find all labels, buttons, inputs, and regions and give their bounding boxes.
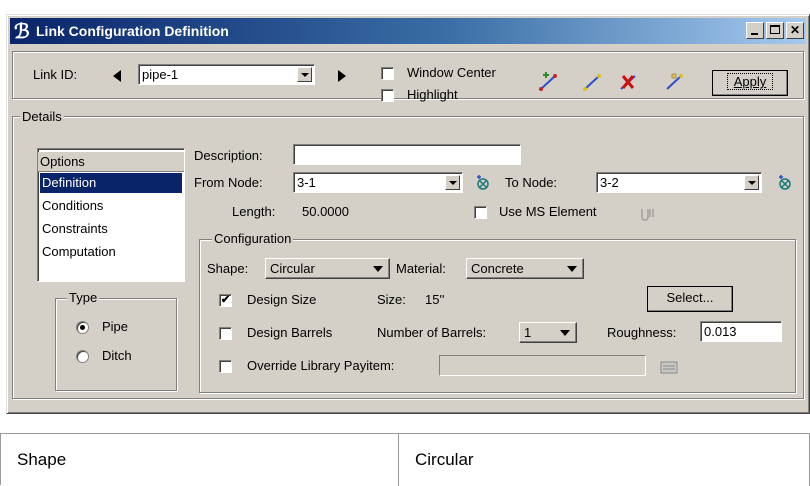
link-delete-icon[interactable] — [617, 71, 641, 93]
size-value: 15'' — [425, 292, 445, 307]
details-legend: Details — [20, 109, 64, 124]
number-of-barrels-label: Number of Barrels: — [377, 325, 487, 340]
minimize-button[interactable] — [746, 22, 764, 39]
apply-label: Apply — [726, 73, 774, 90]
link-add-icon[interactable] — [537, 71, 561, 93]
bentley-b-icon: ℬ — [14, 19, 30, 43]
next-link-arrow-icon[interactable] — [338, 70, 346, 82]
from-node-dropdown[interactable]: 3-1 — [293, 172, 463, 193]
pick-node-icon[interactable] — [775, 173, 795, 193]
type-legend: Type — [67, 290, 100, 305]
property-table: Shape Circular — [0, 433, 810, 486]
override-payitem-label: Override Library Payitem: — [247, 358, 395, 373]
close-icon: ✕ — [789, 23, 801, 37]
design-barrels-label: Design Barrels — [247, 325, 333, 340]
from-node-label: From Node: — [194, 175, 263, 190]
shape-value: Circular — [270, 261, 315, 276]
number-of-barrels-dropdown[interactable]: 1 — [519, 322, 577, 343]
minimize-icon — [751, 33, 758, 35]
options-item-constraints[interactable]: Constraints — [40, 219, 182, 239]
use-ms-element-checkbox[interactable] — [474, 206, 487, 219]
use-ms-element-label: Use MS Element — [499, 204, 597, 219]
maximize-icon — [770, 25, 780, 34]
material-dropdown[interactable]: Concrete — [466, 258, 584, 279]
link-id-label: Link ID: — [33, 67, 78, 82]
triangle-down-icon — [567, 266, 577, 272]
type-ditch-radio[interactable] — [76, 350, 89, 363]
configuration-legend: Configuration — [212, 231, 294, 246]
type-pipe-radio[interactable] — [76, 321, 89, 334]
title-bar[interactable]: ℬ Link Configuration Definition ✕ — [10, 18, 806, 44]
to-node-value: 3-2 — [600, 175, 619, 190]
triangle-down-icon — [373, 266, 383, 272]
options-item-conditions[interactable]: Conditions — [40, 196, 182, 216]
design-size-label: Design Size — [247, 292, 317, 307]
to-node-label: To Node: — [505, 175, 558, 190]
number-of-barrels-value: 1 — [524, 325, 532, 340]
roughness-input[interactable]: 0.013 — [700, 321, 782, 342]
options-item-computation[interactable]: Computation — [40, 242, 182, 262]
radio-selected-dot — [80, 325, 85, 330]
design-size-checkbox[interactable]: ✔ — [219, 294, 232, 307]
description-label: Description: — [194, 148, 263, 163]
material-label: Material: — [396, 261, 446, 276]
type-pipe-label: Pipe — [102, 319, 129, 334]
shape-dropdown[interactable]: Circular — [265, 258, 390, 279]
highlight-label: Highlight — [407, 87, 458, 102]
length-label: Length: — [232, 204, 276, 219]
options-item-definition[interactable]: Definition — [40, 173, 182, 193]
options-list-header: Options — [38, 152, 184, 172]
type-group — [55, 298, 177, 391]
window-center-label: Window Center — [407, 65, 496, 80]
length-value: 50.0000 — [302, 204, 349, 219]
link-id-value: pipe-1 — [142, 67, 179, 82]
payitem-browse-icon[interactable] — [659, 359, 679, 375]
window-title: Link Configuration Definition — [36, 23, 229, 39]
roughness-label: Roughness: — [607, 325, 677, 340]
triangle-down-icon — [560, 330, 570, 336]
pick-node-icon[interactable] — [473, 173, 493, 193]
to-node-dropdown[interactable]: 3-2 — [596, 172, 762, 193]
window-center-checkbox[interactable] — [381, 67, 394, 80]
checkmark-icon: ✔ — [220, 294, 231, 306]
close-button[interactable]: ✕ — [786, 22, 804, 39]
options-list[interactable]: Options Definition Conditions Constraint… — [37, 148, 185, 282]
link-id-dropdown[interactable]: pipe-1 — [138, 64, 315, 85]
size-label: Size: — [377, 292, 406, 307]
from-node-value: 3-1 — [297, 175, 316, 190]
override-payitem-checkbox[interactable] — [219, 360, 232, 373]
previous-link-arrow-icon[interactable] — [113, 70, 121, 82]
chevron-down-icon[interactable] — [297, 67, 312, 82]
override-payitem-input[interactable] — [439, 355, 646, 376]
chevron-down-icon[interactable] — [445, 175, 460, 190]
type-ditch-label: Ditch — [102, 348, 132, 363]
link-edit-icon[interactable] — [663, 71, 687, 93]
shape-label: Shape: — [207, 261, 249, 276]
link-select-icon[interactable] — [581, 71, 605, 93]
design-barrels-checkbox[interactable] — [219, 327, 232, 340]
chevron-down-icon[interactable] — [744, 175, 759, 190]
select-size-button[interactable]: Select... — [647, 286, 733, 312]
description-input[interactable] — [293, 144, 521, 165]
ms-element-icon[interactable] — [639, 205, 657, 223]
material-value: Concrete — [471, 261, 524, 276]
highlight-checkbox[interactable] — [381, 89, 394, 102]
apply-button[interactable]: Apply — [712, 70, 788, 96]
table-cell-property: Shape — [1, 434, 399, 486]
maximize-button[interactable] — [766, 22, 784, 39]
table-cell-value: Circular — [399, 434, 810, 486]
link-configuration-dialog: ℬ Link Configuration Definition ✕ Link I… — [6, 14, 810, 414]
